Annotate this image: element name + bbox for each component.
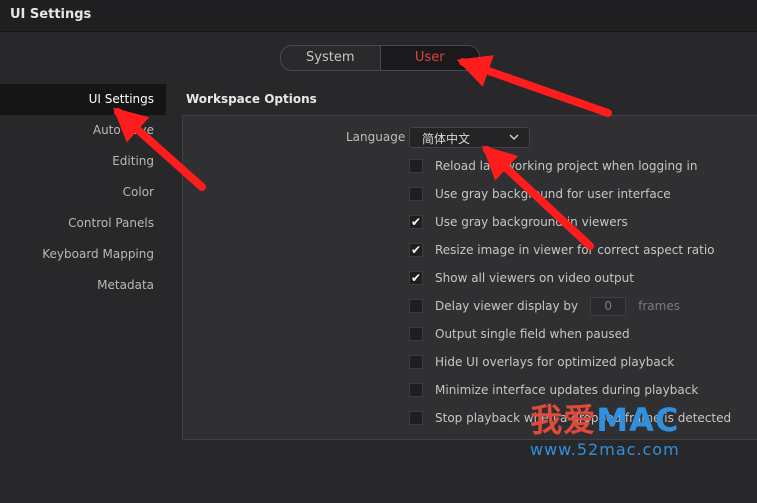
chevron-down-icon: [509, 129, 519, 148]
window-title: UI Settings: [10, 7, 92, 22]
section-title: Workspace Options: [186, 92, 317, 106]
checkbox-gray-ui-background[interactable]: [409, 187, 423, 201]
option-label: Minimize interface updates during playba…: [435, 383, 699, 397]
option-row: Reload last working project when logging…: [409, 156, 697, 176]
watermark-cn: 我爱: [530, 401, 597, 439]
option-row: ✔ Resize image in viewer for correct asp…: [409, 240, 715, 260]
option-row: Delay viewer display by 0 frames: [409, 296, 680, 316]
sidebar-item-control-panels[interactable]: Control Panels: [0, 208, 166, 239]
checkbox-minimize-updates[interactable]: [409, 383, 423, 397]
checkbox-hide-ui-overlays[interactable]: [409, 355, 423, 369]
checkbox-stop-on-dropped-frame[interactable]: [409, 411, 423, 425]
delay-frames-input[interactable]: 0: [590, 296, 627, 316]
sidebar-item-metadata[interactable]: Metadata: [0, 270, 166, 301]
option-row: ✔ Show all viewers on video output: [409, 268, 634, 288]
option-row: Output single field when paused: [409, 324, 630, 344]
sidebar-item-editing[interactable]: Editing: [0, 146, 166, 177]
option-row: Hide UI overlays for optimized playback: [409, 352, 674, 372]
language-select[interactable]: 简体中文: [409, 127, 530, 148]
watermark-url: www.52mac.com: [530, 440, 680, 459]
checkbox-gray-viewer-background[interactable]: ✔: [409, 215, 423, 229]
option-row: ✔ Use gray background in viewers: [409, 212, 628, 232]
option-label: Output single field when paused: [435, 327, 630, 341]
option-label: Show all viewers on video output: [435, 271, 634, 285]
system-user-toggle[interactable]: System User: [280, 45, 480, 71]
option-label: Reload last working project when logging…: [435, 159, 698, 173]
sidebar-item-color[interactable]: Color: [0, 177, 166, 208]
checkbox-show-all-viewers[interactable]: ✔: [409, 271, 423, 285]
option-label: Resize image in viewer for correct aspec…: [435, 243, 715, 257]
option-label: Hide UI overlays for optimized playback: [435, 355, 675, 369]
sidebar-item-auto-save[interactable]: Auto Save: [0, 115, 166, 146]
option-label: Use gray background for user interface: [435, 187, 671, 201]
option-row: Minimize interface updates during playba…: [409, 380, 698, 400]
title-bar: UI Settings: [0, 0, 757, 32]
checkbox-delay-viewer[interactable]: [409, 299, 423, 313]
watermark-logo: 我爱MAC www.52mac.com: [530, 402, 680, 459]
option-label: Use gray background in viewers: [435, 215, 628, 229]
tab-system[interactable]: System: [281, 46, 380, 70]
sidebar-item-keyboard-mapping[interactable]: Keyboard Mapping: [0, 239, 166, 270]
arrow-to-user-tab: [456, 55, 612, 117]
checkbox-reload-project[interactable]: [409, 159, 423, 173]
option-row: Use gray background for user interface: [409, 184, 671, 204]
frames-unit-label: frames: [638, 299, 680, 313]
tab-user[interactable]: User: [379, 46, 479, 70]
checkbox-resize-aspect-ratio[interactable]: ✔: [409, 243, 423, 257]
option-label: Delay viewer display by: [435, 299, 579, 313]
language-label: Language: [346, 130, 406, 144]
settings-sidebar: UI Settings Auto Save Editing Color Cont…: [0, 84, 166, 301]
sidebar-item-ui-settings[interactable]: UI Settings: [0, 84, 166, 115]
watermark-en: MAC: [596, 401, 680, 439]
checkbox-output-single-field[interactable]: [409, 327, 423, 341]
language-value: 简体中文: [422, 132, 471, 146]
